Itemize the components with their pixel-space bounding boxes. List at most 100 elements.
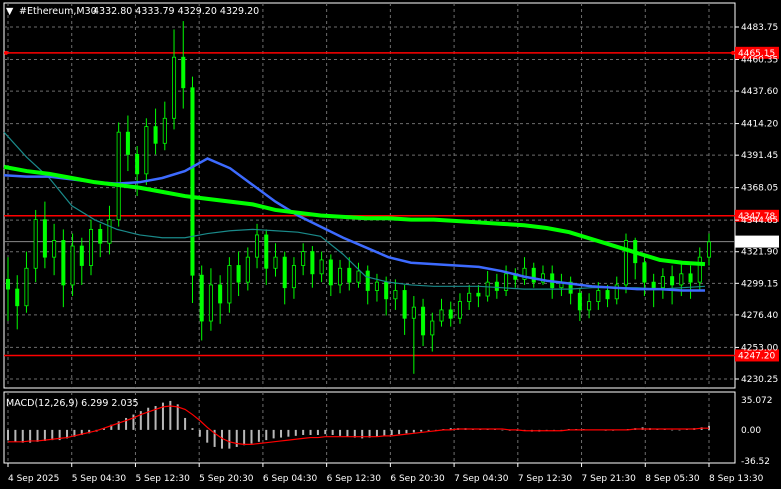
macd-tick-label: 0.00 <box>741 426 761 436</box>
price-tick-label: 4414.20 <box>741 120 778 130</box>
candle-body <box>42 219 47 258</box>
candle-body <box>430 320 435 336</box>
candle-body <box>245 256 250 283</box>
macd-hist-bar <box>302 429 305 435</box>
macd-hist-bar <box>176 404 179 430</box>
candle-body <box>15 288 20 307</box>
candle-body <box>162 117 167 144</box>
candle-body <box>264 234 269 269</box>
price-tick-label: 4276.40 <box>741 311 778 321</box>
candle-body <box>439 309 444 322</box>
macd-hist-bar <box>191 428 194 430</box>
candle-body <box>384 281 389 300</box>
candle-body <box>5 278 11 290</box>
candle-body <box>411 306 416 319</box>
macd-hist-bar <box>339 429 342 436</box>
candle-body <box>282 256 287 289</box>
price-tick-label: 4253.00 <box>741 343 778 353</box>
price-tick-label: 4368.05 <box>741 184 778 194</box>
candle-body <box>199 274 204 322</box>
candle-body <box>181 56 186 89</box>
candle-body <box>706 241 712 258</box>
macd-hist-bar <box>375 429 378 437</box>
candle-body <box>208 284 213 322</box>
time-label: 7 Sep 12:30 <box>518 474 573 484</box>
bid-price-label: 4329.20 <box>738 238 775 248</box>
macd-hist-bar <box>398 429 401 435</box>
candle-body <box>356 270 361 283</box>
candle-body <box>457 301 462 319</box>
candle-body <box>310 251 315 275</box>
macd-hist-bar <box>280 429 283 438</box>
macd-hist-bar <box>169 400 172 430</box>
macd-hist-bar <box>390 429 393 435</box>
candle-body <box>651 281 656 289</box>
macd-hist-bar <box>678 429 681 431</box>
candle-body <box>88 228 94 266</box>
macd-tick-label: -36.52 <box>741 457 770 467</box>
macd-label: MACD(12,26,9) 6.299 2.035 <box>6 398 139 409</box>
candle-body <box>24 267 29 307</box>
candle-body <box>116 131 121 221</box>
candle-body <box>172 56 177 119</box>
candle-body <box>448 309 453 319</box>
macd-hist-bar <box>132 414 135 430</box>
candle-body <box>107 219 112 244</box>
candle-body <box>670 276 675 286</box>
candle-body <box>236 265 241 283</box>
time-label: 6 Sep 12:30 <box>327 474 382 484</box>
macd-hist-bar <box>427 429 430 431</box>
time-label: 7 Sep 04:30 <box>454 474 509 484</box>
macd-hist-bar <box>184 417 187 430</box>
macd-hist-bar <box>198 429 201 437</box>
price-tick-label: 4460.35 <box>741 55 778 65</box>
time-label: 5 Sep 20:30 <box>199 474 254 484</box>
time-label: 8 Sep 13:30 <box>709 474 764 484</box>
candle-body <box>125 131 130 155</box>
macd-hist-bar <box>294 429 297 436</box>
candle-body <box>577 292 582 311</box>
time-label: 5 Sep 12:30 <box>135 474 190 484</box>
candle-body <box>421 306 426 336</box>
macd-hist-bar <box>14 429 17 442</box>
candle-body <box>476 292 481 297</box>
macd-hist-bar <box>257 429 260 442</box>
candle-body <box>467 292 472 302</box>
level-handle-left[interactable] <box>4 50 8 55</box>
candle-body <box>291 265 296 289</box>
candle-body <box>328 259 333 286</box>
candle-body <box>338 267 343 286</box>
macd-hist-bar <box>147 407 150 430</box>
candle-body <box>273 256 278 269</box>
candle-body <box>70 245 75 286</box>
candle-body <box>319 259 324 275</box>
macd-hist-bar <box>346 429 349 437</box>
time-label: 5 Sep 04:30 <box>72 474 127 484</box>
candle-body <box>531 267 536 283</box>
candle-body <box>255 234 260 258</box>
macd-hist-bar <box>243 429 246 446</box>
time-label: 4 Sep 2025 <box>8 474 59 484</box>
macd-hist-bar <box>228 429 231 449</box>
candle-body <box>190 87 195 276</box>
macd-tick-label: 35.072 <box>741 396 773 406</box>
macd-hist-bar <box>235 429 238 447</box>
chart-canvas[interactable]: 4465.154347.784247.204329.20 4483.754460… <box>0 0 781 489</box>
candle-body <box>485 281 490 297</box>
macd-hist-bar <box>383 429 386 436</box>
candle-body <box>153 126 158 144</box>
price-tick-label: 4437.60 <box>741 87 778 97</box>
macd-hist-bar <box>250 429 253 444</box>
candle-body <box>79 245 84 266</box>
macd-hist-bar <box>671 429 674 431</box>
candle-body <box>98 228 103 244</box>
candle-body <box>587 301 592 311</box>
collapse-icon[interactable]: ▼ <box>6 6 14 17</box>
macd-hist-bar <box>324 429 327 435</box>
level-handle-right[interactable] <box>731 50 735 55</box>
macd-hist-bar <box>206 429 209 443</box>
candle-body <box>61 240 66 286</box>
symbol-label: #Ethereum,M30 <box>19 6 97 17</box>
time-label: 8 Sep 05:30 <box>645 474 700 484</box>
candle-body <box>605 290 610 300</box>
